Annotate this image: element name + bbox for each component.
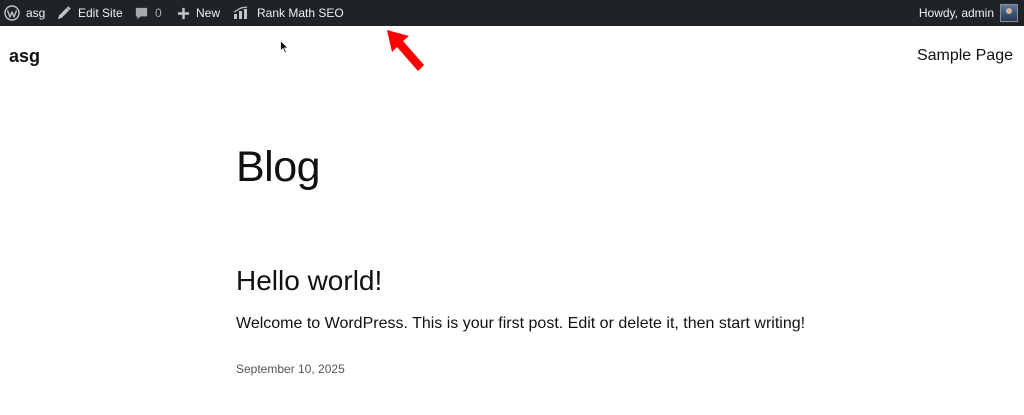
edit-site-label: Edit Site	[78, 6, 123, 20]
page-heading: Blog	[236, 143, 321, 191]
new-content-button[interactable]: New	[177, 0, 220, 26]
new-content-label: New	[196, 6, 221, 20]
post-date: September 10, 2025	[236, 362, 345, 376]
comments-count: 0	[155, 6, 162, 20]
comment-icon	[134, 6, 149, 21]
my-account-menu[interactable]: Howdy, admin	[919, 0, 1018, 26]
post-excerpt: Welcome to WordPress. This is your first…	[236, 315, 806, 332]
post-title-link[interactable]: Hello world!	[236, 265, 382, 297]
plus-icon	[177, 7, 190, 20]
wordpress-icon	[4, 5, 20, 21]
comments-button[interactable]: 0	[134, 0, 162, 26]
site-title[interactable]: asg	[9, 46, 40, 67]
avatar	[1000, 4, 1018, 22]
mouse-cursor-icon	[280, 39, 289, 59]
admin-bar-site-name: asg	[26, 6, 46, 20]
rank-math-icon	[233, 6, 251, 20]
howdy-label: Howdy, admin	[918, 6, 994, 20]
nav-link-sample-page[interactable]: Sample Page	[917, 47, 1013, 65]
edit-site-icon	[56, 5, 72, 21]
red-arrow-annotation-icon	[383, 27, 429, 80]
rank-math-label: Rank Math SEO	[257, 6, 344, 20]
edit-site-button[interactable]: Edit Site	[56, 0, 123, 26]
admin-bar: asg Edit Site 0 New Rank Math SEO Howdy,…	[0, 0, 1024, 26]
admin-bar-site-link[interactable]: asg	[4, 0, 45, 26]
rank-math-seo-menu[interactable]: Rank Math SEO	[233, 0, 344, 26]
